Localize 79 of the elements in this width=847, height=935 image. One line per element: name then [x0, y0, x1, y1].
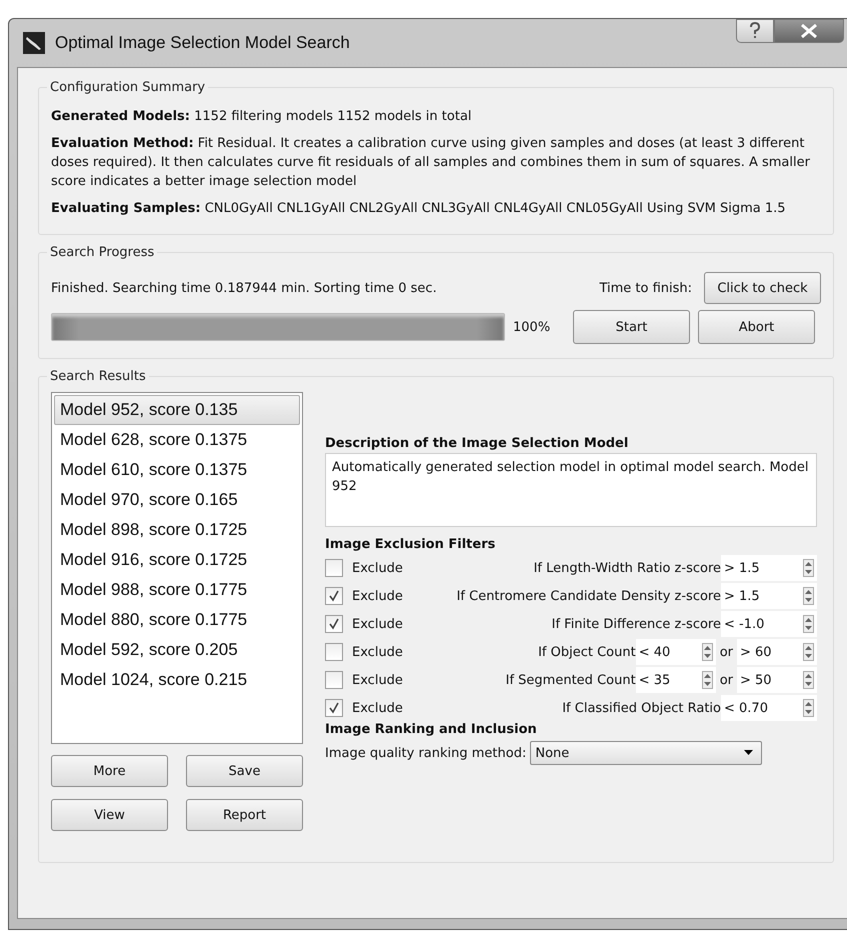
check-icon [328, 590, 340, 602]
close-button[interactable] [774, 19, 844, 43]
checkbox[interactable] [325, 671, 343, 689]
ranking-dropdown[interactable]: None [530, 741, 762, 765]
checkbox[interactable] [325, 587, 343, 605]
spin-box[interactable]: > 1.5 [721, 555, 817, 581]
spin-arrows-icon [803, 615, 814, 633]
action-button[interactable]: Start [573, 310, 690, 344]
action-button[interactable]: More [51, 755, 168, 787]
checkbox-label: Exclude [352, 616, 404, 632]
checkbox[interactable] [325, 615, 343, 633]
section-heading: Description of the Image Selection Model [325, 436, 630, 451]
joiner-text: or [720, 672, 733, 688]
status-text: Finished. Searching time 0.187944 min. Sorting time 0 sec. [51, 280, 438, 296]
section-heading: Image Exclusion Filters [325, 537, 496, 552]
condition-label: If Length-Width Ratio z-score [532, 560, 721, 576]
action-button[interactable]: Save [186, 755, 303, 787]
joiner-text: or [720, 644, 733, 660]
action-button[interactable]: Report [186, 799, 303, 831]
checkbox[interactable] [325, 559, 343, 577]
percent-text: 100% [513, 320, 552, 334]
condition-label: If Centromere Candidate Density z-score [456, 588, 721, 604]
checkbox-label: Exclude [352, 588, 404, 604]
group-title: Search Progress [49, 245, 156, 260]
time-label: Time to finish: [599, 280, 692, 296]
description-field[interactable]: Automatically generated selection model in optimal model search. Model 952 [325, 453, 817, 527]
check-button[interactable]: Click to check [704, 272, 821, 304]
checkbox-label: Exclude [352, 672, 404, 688]
model-item[interactable]: Model 628, score 0.1375 [54, 425, 300, 455]
model-item[interactable]: Model 970, score 0.165 [54, 485, 300, 515]
condition-label: If Classified Object Ratio [561, 700, 721, 716]
group-title: Search Results [49, 369, 147, 384]
action-button[interactable]: View [51, 799, 168, 831]
check-icon [328, 618, 340, 630]
action-button[interactable]: Abort [698, 310, 815, 344]
model-list[interactable] [51, 392, 303, 744]
help-button[interactable] [736, 19, 774, 43]
model-item[interactable]: Model 880, score 0.1775 [54, 605, 300, 635]
model-item[interactable]: Model 1024, score 0.215 [54, 665, 300, 695]
checkbox[interactable] [325, 643, 343, 661]
app-icon [23, 32, 45, 54]
check-icon [328, 702, 340, 714]
ranking-label: Image quality ranking method: [325, 746, 526, 760]
model-item[interactable]: Model 592, score 0.205 [54, 635, 300, 665]
close-icon [800, 24, 818, 38]
section-heading: Image Ranking and Inclusion [325, 722, 538, 737]
help-icon [748, 22, 762, 40]
condition-label: If Segmented Count [504, 672, 636, 688]
spin-arrows-icon [803, 643, 814, 661]
spin-box[interactable]: < -1.0 [721, 611, 817, 637]
model-item[interactable]: Model 610, score 0.1375 [54, 455, 300, 485]
spin-arrows-icon [702, 671, 713, 689]
window-title: Optimal Image Selection Model Search [55, 33, 350, 53]
spin-box[interactable]: > 1.5 [721, 583, 817, 609]
checkbox[interactable] [325, 699, 343, 717]
spin-box[interactable]: < 40 [636, 639, 716, 665]
group-title: Configuration Summary [49, 80, 206, 95]
spin-arrows-icon [803, 559, 814, 577]
spin-arrows-icon [702, 643, 713, 661]
model-item[interactable]: Model 898, score 0.1725 [54, 515, 300, 545]
model-item[interactable]: Model 988, score 0.1775 [54, 575, 300, 605]
checkbox-label: Exclude [352, 700, 404, 716]
summary-line: Evaluating Samples: CNL0GyAll CNL1GyAll CNL2GyAll CNL3GyAll CNL4GyAll CNL05GyAll Using SVM Sigma 1.5 [51, 200, 787, 218]
spin-arrows-icon [803, 587, 814, 605]
condition-label: If Finite Difference z-score [550, 616, 721, 632]
spin-box[interactable]: > 60 [737, 639, 817, 665]
spin-arrows-icon [803, 671, 814, 689]
spin-arrows-icon [803, 699, 814, 717]
spin-box[interactable]: < 35 [636, 667, 716, 693]
checkbox-label: Exclude [352, 560, 404, 576]
condition-label: If Object Count [537, 644, 636, 660]
spin-box[interactable]: < 0.70 [721, 695, 817, 721]
model-item[interactable]: Model 952, score 0.135 [54, 395, 300, 425]
spin-box[interactable]: > 50 [737, 667, 817, 693]
summary-line: Evaluation Method: Fit Residual. It creates a calibration curve using given samples and doses (at least 3 different doses required). It then calculates curve fit residuals of all samples and combines them in sum of squares. A smaller score indicates a better image selection model [51, 135, 811, 191]
checkbox-label: Exclude [352, 644, 404, 660]
summary-line: Generated Models: 1152 filtering models 1152 models in total [51, 108, 473, 126]
model-item[interactable]: Model 916, score 0.1725 [54, 545, 300, 575]
dropdown-caret-icon [744, 750, 754, 756]
